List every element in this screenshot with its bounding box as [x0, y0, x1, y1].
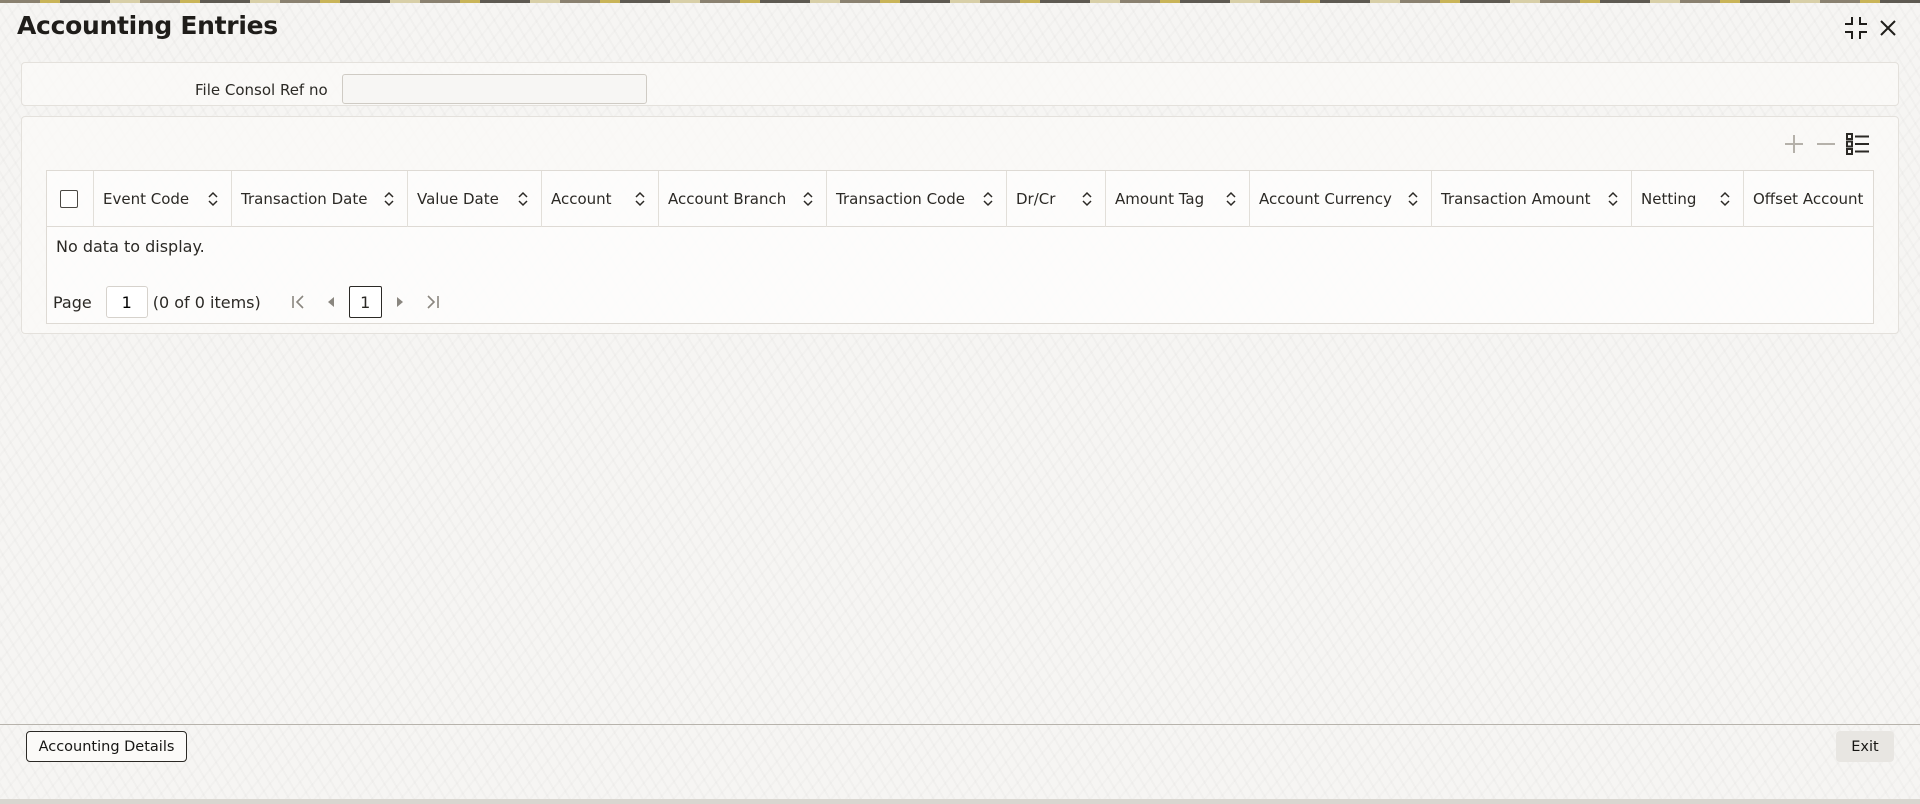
sort-icon[interactable] [802, 190, 814, 208]
column-header-transaction-amount[interactable]: Transaction Amount [1432, 171, 1632, 227]
page-number-input[interactable] [105, 286, 148, 318]
sort-icon[interactable] [1407, 190, 1419, 208]
top-decorative-strip [0, 0, 1920, 3]
column-label: Offset Account [1753, 190, 1864, 208]
column-header-event-code[interactable]: Event Code [94, 171, 232, 227]
column-header-account-branch[interactable]: Account Branch [659, 171, 827, 227]
page-title: Accounting Entries [17, 11, 278, 40]
current-page-indicator[interactable]: 1 [348, 286, 382, 318]
table-header-row: Event Code Transaction Date Value Date A… [47, 171, 1873, 227]
column-header-transaction-code[interactable]: Transaction Code [827, 171, 1007, 227]
column-label: Transaction Code [836, 190, 965, 208]
sort-icon[interactable] [517, 190, 529, 208]
column-header-account[interactable]: Account [542, 171, 659, 227]
column-header-account-currency[interactable]: Account Currency [1250, 171, 1432, 227]
header-select-all [47, 171, 94, 227]
close-window-button[interactable] [1874, 14, 1902, 42]
column-label: Transaction Date [241, 190, 368, 208]
column-label: Account [551, 190, 612, 208]
add-row-button[interactable] [1780, 130, 1808, 158]
pagination: Page (0 of 0 items) 1 [53, 285, 444, 319]
delete-row-button[interactable] [1812, 130, 1840, 158]
column-label: Value Date [417, 190, 499, 208]
last-page-icon [427, 295, 439, 309]
first-page-button[interactable] [287, 290, 311, 314]
sort-icon[interactable] [1719, 190, 1731, 208]
sort-icon[interactable] [1081, 190, 1093, 208]
sort-icon[interactable] [383, 190, 395, 208]
column-label: Netting [1641, 190, 1697, 208]
list-view-icon [1846, 133, 1869, 155]
collapse-window-button[interactable] [1842, 14, 1870, 42]
first-page-icon [291, 295, 304, 309]
plus-icon [1785, 135, 1803, 153]
accounting-entries-table: Event Code Transaction Date Value Date A… [46, 170, 1874, 324]
previous-page-button[interactable] [319, 290, 343, 314]
sort-icon[interactable] [1225, 190, 1237, 208]
file-consol-ref-input[interactable] [342, 74, 647, 104]
column-label: Transaction Amount [1441, 190, 1591, 208]
sort-icon[interactable] [207, 190, 219, 208]
empty-table-message: No data to display. [56, 237, 205, 256]
sort-icon[interactable] [634, 190, 646, 208]
next-page-button[interactable] [388, 290, 412, 314]
column-header-dr-cr[interactable]: Dr/Cr [1007, 171, 1106, 227]
column-header-offset-account[interactable]: Offset Account [1744, 171, 1873, 227]
select-all-checkbox[interactable] [60, 190, 78, 208]
footer-divider [0, 724, 1920, 725]
minus-icon [1817, 143, 1835, 145]
page-label: Page [53, 292, 92, 312]
file-consol-ref-label: File Consol Ref no [195, 81, 328, 99]
exit-button[interactable]: Exit [1836, 731, 1894, 762]
bottom-edge-strip [0, 799, 1920, 804]
sort-icon[interactable] [982, 190, 994, 208]
column-list-button[interactable] [1844, 130, 1872, 158]
accounting-details-button[interactable]: Accounting Details [26, 731, 187, 762]
column-header-transaction-date[interactable]: Transaction Date [232, 171, 408, 227]
column-label: Amount Tag [1115, 190, 1205, 208]
column-header-amount-tag[interactable]: Amount Tag [1106, 171, 1250, 227]
items-summary: (0 of 0 items) [152, 292, 261, 312]
sort-icon[interactable] [1607, 190, 1619, 208]
column-label: Dr/Cr [1016, 190, 1056, 208]
close-icon [1880, 20, 1896, 36]
previous-page-icon [327, 297, 334, 307]
column-label: Event Code [103, 190, 190, 208]
next-page-icon [396, 297, 403, 307]
column-header-netting[interactable]: Netting [1632, 171, 1744, 227]
column-header-value-date[interactable]: Value Date [408, 171, 542, 227]
last-page-button[interactable] [420, 290, 444, 314]
column-label: Account Currency [1259, 190, 1392, 208]
collapse-icon [1845, 17, 1867, 39]
column-label: Account Branch [668, 190, 787, 208]
